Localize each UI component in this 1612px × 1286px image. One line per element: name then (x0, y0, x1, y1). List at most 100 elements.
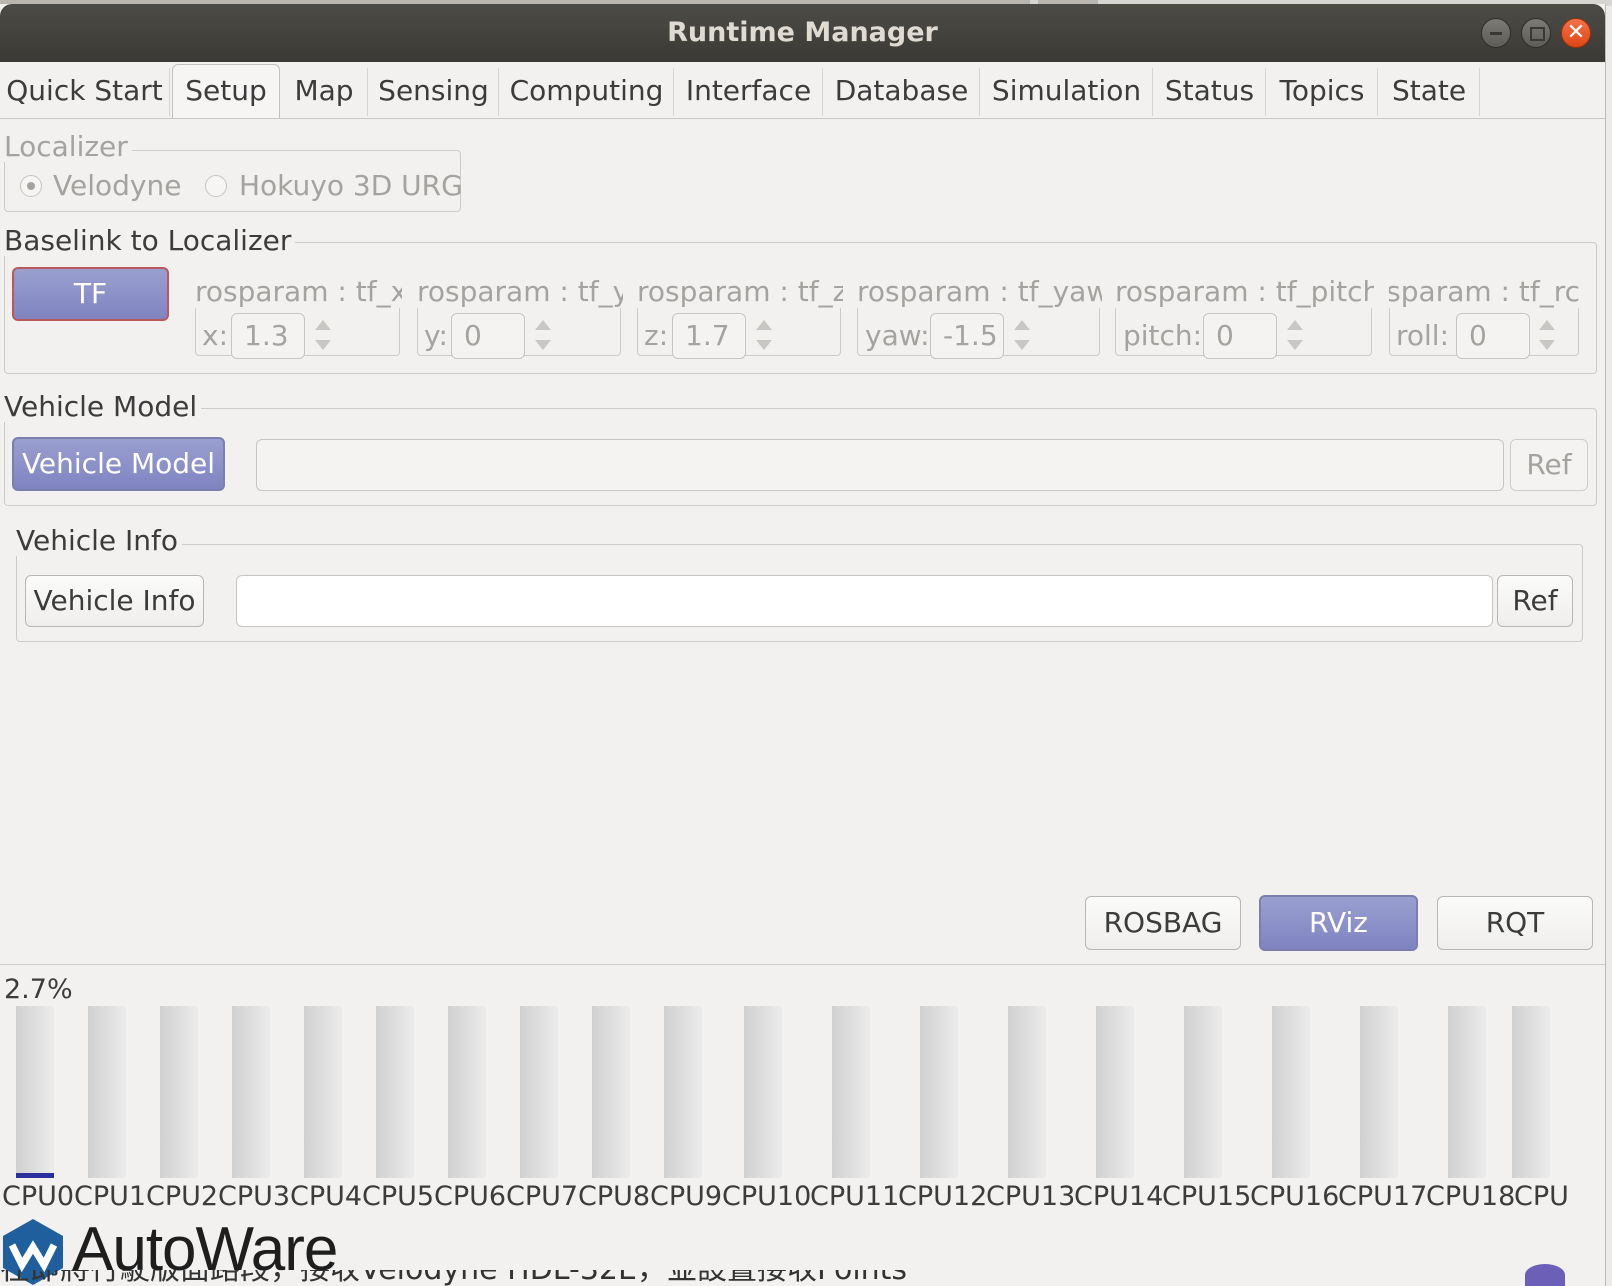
cpu-label-8: CPU8 (578, 1181, 651, 1212)
cpu-bar-8 (592, 1006, 630, 1178)
tf-roll-spinner[interactable] (1539, 316, 1555, 356)
cpu-label-0: CPU0 (2, 1181, 75, 1212)
tf-y-label: y: (424, 319, 448, 352)
tab-map[interactable]: Map (281, 68, 368, 116)
vehicle-model-title: Vehicle Model (4, 392, 202, 422)
tf-y-title: rosparam : tf_y (417, 276, 623, 308)
cpu-label-13: CPU13 (986, 1181, 1076, 1212)
hokuyo-radio[interactable] (205, 175, 227, 197)
tf-yaw-input[interactable]: -1.5 (930, 313, 1004, 359)
cpu-bar-19 (1512, 1006, 1550, 1178)
cpu-bar-9 (664, 1006, 702, 1178)
cpu-label-3: CPU3 (218, 1181, 291, 1212)
cpu-bar-4 (304, 1006, 342, 1178)
tf-pitch-input[interactable]: 0 (1203, 313, 1277, 359)
cpu-label-5: CPU5 (362, 1181, 435, 1212)
cpu-bar-fill-0 (16, 1173, 54, 1178)
tab-state[interactable]: State (1379, 68, 1480, 116)
cpu-label-10: CPU10 (722, 1181, 812, 1212)
tab-simulation[interactable]: Simulation (981, 68, 1153, 116)
spin-up-icon (1014, 320, 1030, 330)
vehicle-info-ref-button[interactable]: Ref (1497, 575, 1573, 627)
tf-y-input[interactable]: 0 (451, 313, 525, 359)
cpu-bar-13 (1008, 1006, 1046, 1178)
cpu-bar-7 (520, 1006, 558, 1178)
vehicle-info-title: Vehicle Info (16, 526, 183, 556)
spin-up-icon (756, 320, 772, 330)
cpu-bar-3 (232, 1006, 270, 1178)
vehicle-model-ref-button[interactable]: Ref (1510, 439, 1588, 491)
cpu-label-18: CPU18 (1426, 1181, 1516, 1212)
tab-sensing[interactable]: Sensing (369, 68, 499, 116)
spin-up-icon (1539, 320, 1555, 330)
spin-up-icon (1287, 320, 1303, 330)
background-document-text: 在即將行駛版面路段，接收Velodyne HDL-32E，並設置接收Points (0, 1270, 1000, 1286)
tf-x-title: rosparam : tf_x (195, 276, 402, 308)
spin-down-icon (756, 340, 772, 350)
maximize-icon (1522, 19, 1550, 47)
tf-roll-title: rosparam : tf_rc (1389, 276, 1580, 308)
maximize-button[interactable] (1521, 18, 1551, 48)
tf-x-spinner[interactable] (315, 316, 331, 356)
velodyne-radio[interactable] (20, 175, 42, 197)
vehicle-model-button[interactable]: Vehicle Model (12, 437, 225, 491)
tf-pitch-title: rosparam : tf_pitch (1115, 276, 1374, 308)
tab-database[interactable]: Database (824, 68, 980, 116)
tf-z-spinner[interactable] (756, 316, 772, 356)
minimize-button[interactable] (1481, 18, 1511, 48)
tab-setup[interactable]: Setup (172, 64, 280, 118)
cpu-label-16: CPU16 (1250, 1181, 1340, 1212)
cpu-bar-5 (376, 1006, 414, 1178)
cpu-bar-0 (16, 1006, 54, 1178)
cpu-bar-12 (920, 1006, 958, 1178)
spin-down-icon (535, 340, 551, 350)
cpu-bar-14 (1096, 1006, 1134, 1178)
tab-topics[interactable]: Topics (1267, 68, 1378, 116)
cpu-bar-15 (1184, 1006, 1222, 1178)
tab-status[interactable]: Status (1154, 68, 1266, 116)
title-bar[interactable]: Runtime Manager ✕ (0, 4, 1605, 62)
cpu-label-15: CPU15 (1162, 1181, 1252, 1212)
vehicle-info-path-field[interactable] (236, 575, 1493, 627)
tab-quick-start[interactable]: Quick Start (0, 68, 170, 116)
spin-up-icon (315, 320, 331, 330)
spin-down-icon (1539, 340, 1555, 350)
tab-bar: Quick Start Setup Map Sensing Computing … (0, 62, 1605, 119)
spin-down-icon (315, 340, 331, 350)
vehicle-info-button[interactable]: Vehicle Info (25, 575, 204, 627)
tf-button[interactable]: TF (12, 267, 169, 321)
close-button[interactable]: ✕ (1561, 18, 1591, 48)
cpu-bar-1 (88, 1006, 126, 1178)
cpu-label-7: CPU7 (506, 1181, 579, 1212)
tf-yaw-spinner[interactable] (1014, 316, 1030, 356)
cpu-label-4: CPU4 (290, 1181, 363, 1212)
vehicle-model-path-field[interactable] (256, 439, 1504, 491)
velodyne-label: Velodyne (53, 169, 182, 202)
cpu-bar-18 (1448, 1006, 1486, 1178)
tab-computing[interactable]: Computing (500, 68, 674, 116)
tab-interface[interactable]: Interface (675, 68, 823, 116)
cpu-label-11: CPU11 (810, 1181, 900, 1212)
background-app-icon (1525, 1264, 1565, 1286)
window-title: Runtime Manager (667, 17, 938, 48)
cpu-label-1: CPU1 (74, 1181, 147, 1212)
tf-y-spinner[interactable] (535, 316, 551, 356)
rqt-button[interactable]: RQT (1437, 896, 1593, 950)
cpu-label-2: CPU2 (146, 1181, 219, 1212)
spin-up-icon (535, 320, 551, 330)
tf-z-input[interactable]: 1.7 (672, 313, 746, 359)
spin-down-icon (1014, 340, 1030, 350)
baselink-title: Baselink to Localizer (4, 226, 296, 256)
tf-roll-input[interactable]: 0 (1456, 313, 1530, 359)
spin-down-icon (1287, 340, 1303, 350)
tf-roll-label: roll: (1396, 319, 1450, 352)
tf-pitch-spinner[interactable] (1287, 316, 1303, 356)
tf-x-input[interactable]: 1.3 (231, 313, 305, 359)
runtime-manager-window: Runtime Manager ✕ Quick Start Setup Map … (0, 4, 1606, 1286)
cpu-label-9: CPU9 (650, 1181, 723, 1212)
rosbag-button[interactable]: ROSBAG (1085, 896, 1241, 950)
cpu-label-17: CPU17 (1338, 1181, 1428, 1212)
cpu-label-19: CPU (1514, 1181, 1569, 1212)
rviz-button[interactable]: RViz (1259, 895, 1418, 951)
tf-x-label: x: (202, 319, 229, 352)
